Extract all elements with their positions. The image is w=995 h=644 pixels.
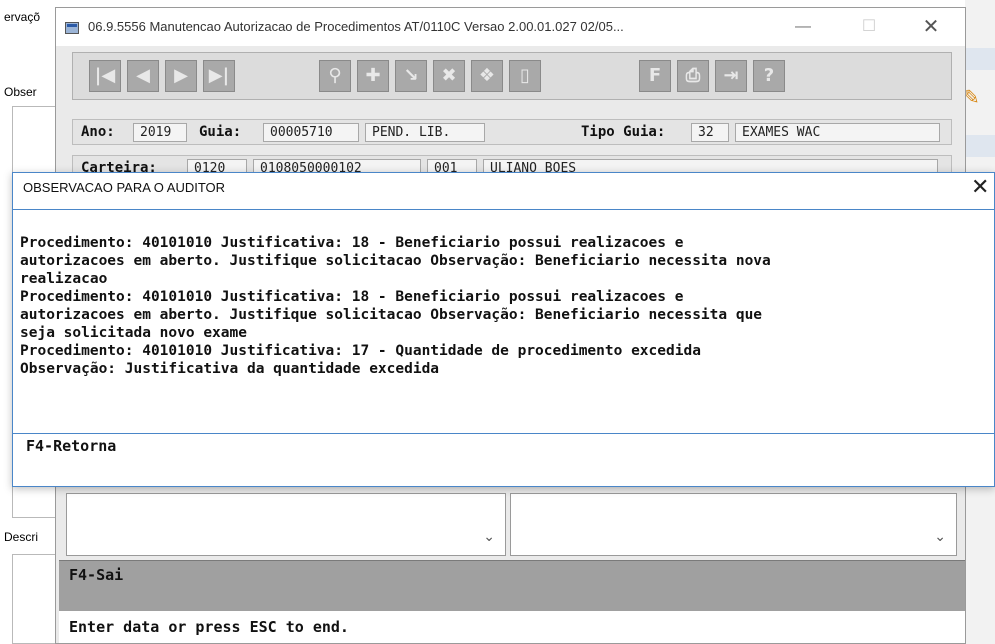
observacao-dialog: OBSERVACAO PARA O AUDITOR ✕ Procedimento… <box>12 172 995 487</box>
guia-label: Guia: <box>199 124 242 140</box>
exit-door-icon[interactable]: ▯ <box>509 60 541 92</box>
guia-status-field: PEND. LIB. <box>365 123 485 142</box>
first-record-icon[interactable]: |◀ <box>89 60 121 92</box>
search-icon[interactable]: ⚲ <box>319 60 351 92</box>
carteira-field-2[interactable]: 0108050000102 <box>253 159 421 172</box>
main-titlebar: 06.9.5556 Manutencao Autorizacao de Proc… <box>56 8 965 46</box>
status-bar: Enter data or press ESC to end. <box>59 611 965 643</box>
function-key-bar: F4-Sai <box>59 560 965 611</box>
export-icon[interactable]: ⇥ <box>715 60 747 92</box>
toolbar: |◀ ◀ ▶ ▶| ⚲ ✚ ↘ ✖ ❖ ▯ F ⎙ ⇥ ? <box>72 52 952 100</box>
main-window-title: 06.9.5556 Manutencao Autorizacao de Proc… <box>88 19 624 34</box>
observation-line: Procedimento: 40101010 Justificativa: 18… <box>20 235 684 251</box>
edit-icon[interactable]: ↘ <box>395 60 427 92</box>
dialog-title: OBSERVACAO PARA O AUDITOR <box>23 180 226 195</box>
ano-label: Ano: <box>81 124 115 140</box>
observation-line: Procedimento: 40101010 Justificativa: 17… <box>20 343 701 359</box>
observation-line: realizacao <box>20 271 108 287</box>
background-label-obs: Obser <box>4 85 37 99</box>
chevron-down-icon[interactable]: ⌄ <box>483 529 495 545</box>
dialog-footer: F4-Retorna <box>13 434 994 486</box>
carteira-field-3[interactable]: 001 <box>427 159 477 172</box>
observation-line: seja solicitada novo exame <box>20 325 247 341</box>
print-icon[interactable]: ⎙ <box>677 60 709 92</box>
last-record-icon[interactable]: ▶| <box>203 60 235 92</box>
tipo-guia-code-field[interactable]: 32 <box>691 123 729 142</box>
combo-left[interactable]: ⌄ <box>66 493 506 556</box>
copy-icon[interactable]: ❖ <box>471 60 503 92</box>
background-right-row <box>965 135 995 157</box>
observation-line: Procedimento: 40101010 Justificativa: 18… <box>20 289 684 305</box>
tipo-guia-label: Tipo Guia: <box>581 124 666 140</box>
combo-right[interactable]: ⌄ <box>510 493 957 556</box>
beneficiario-name-field: ULIANO BOES <box>483 159 938 172</box>
app-window-icon <box>65 22 79 34</box>
help-icon[interactable]: ? <box>753 60 785 92</box>
background-right-row <box>965 48 995 70</box>
guia-field[interactable]: 00005710 <box>263 123 359 142</box>
carteira-row: Carteira: 0120 0108050000102 001 ULIANO … <box>72 155 952 173</box>
next-record-icon[interactable]: ▶ <box>165 60 197 92</box>
minimize-button[interactable]: — <box>780 12 826 42</box>
dialog-close-button[interactable]: ✕ <box>971 175 989 200</box>
f4-retorna-hint[interactable]: F4-Retorna <box>26 437 116 455</box>
background-label-descricao: Descri <box>4 530 39 544</box>
ano-field[interactable]: 2019 <box>133 123 187 142</box>
carteira-field-1[interactable]: 0120 <box>187 159 247 172</box>
chevron-down-icon[interactable]: ⌄ <box>934 529 946 545</box>
delete-icon[interactable]: ✖ <box>433 60 465 92</box>
observation-line: autorizacoes em aberto. Justifique solic… <box>20 253 771 269</box>
filter-icon[interactable]: F <box>639 60 671 92</box>
maximize-button[interactable]: ☐ <box>846 12 892 42</box>
dialog-content: Procedimento: 40101010 Justificativa: 18… <box>13 209 994 434</box>
observation-line: Observação: Justificativa da quantidade … <box>20 361 440 377</box>
guia-row: Ano: 2019 Guia: 00005710 PEND. LIB. Tipo… <box>72 119 952 145</box>
background-label-observacao: ervaçõ <box>4 10 41 24</box>
tipo-guia-desc-field: EXAMES WAC <box>735 123 940 142</box>
observation-line: autorizacoes em aberto. Justifique solic… <box>20 307 763 323</box>
close-button[interactable]: ✕ <box>908 12 954 42</box>
f4-sai-hint[interactable]: F4-Sai <box>69 566 123 584</box>
add-icon[interactable]: ✚ <box>357 60 389 92</box>
status-message: Enter data or press ESC to end. <box>69 618 349 636</box>
background-description-area <box>12 554 58 644</box>
prev-record-icon[interactable]: ◀ <box>127 60 159 92</box>
